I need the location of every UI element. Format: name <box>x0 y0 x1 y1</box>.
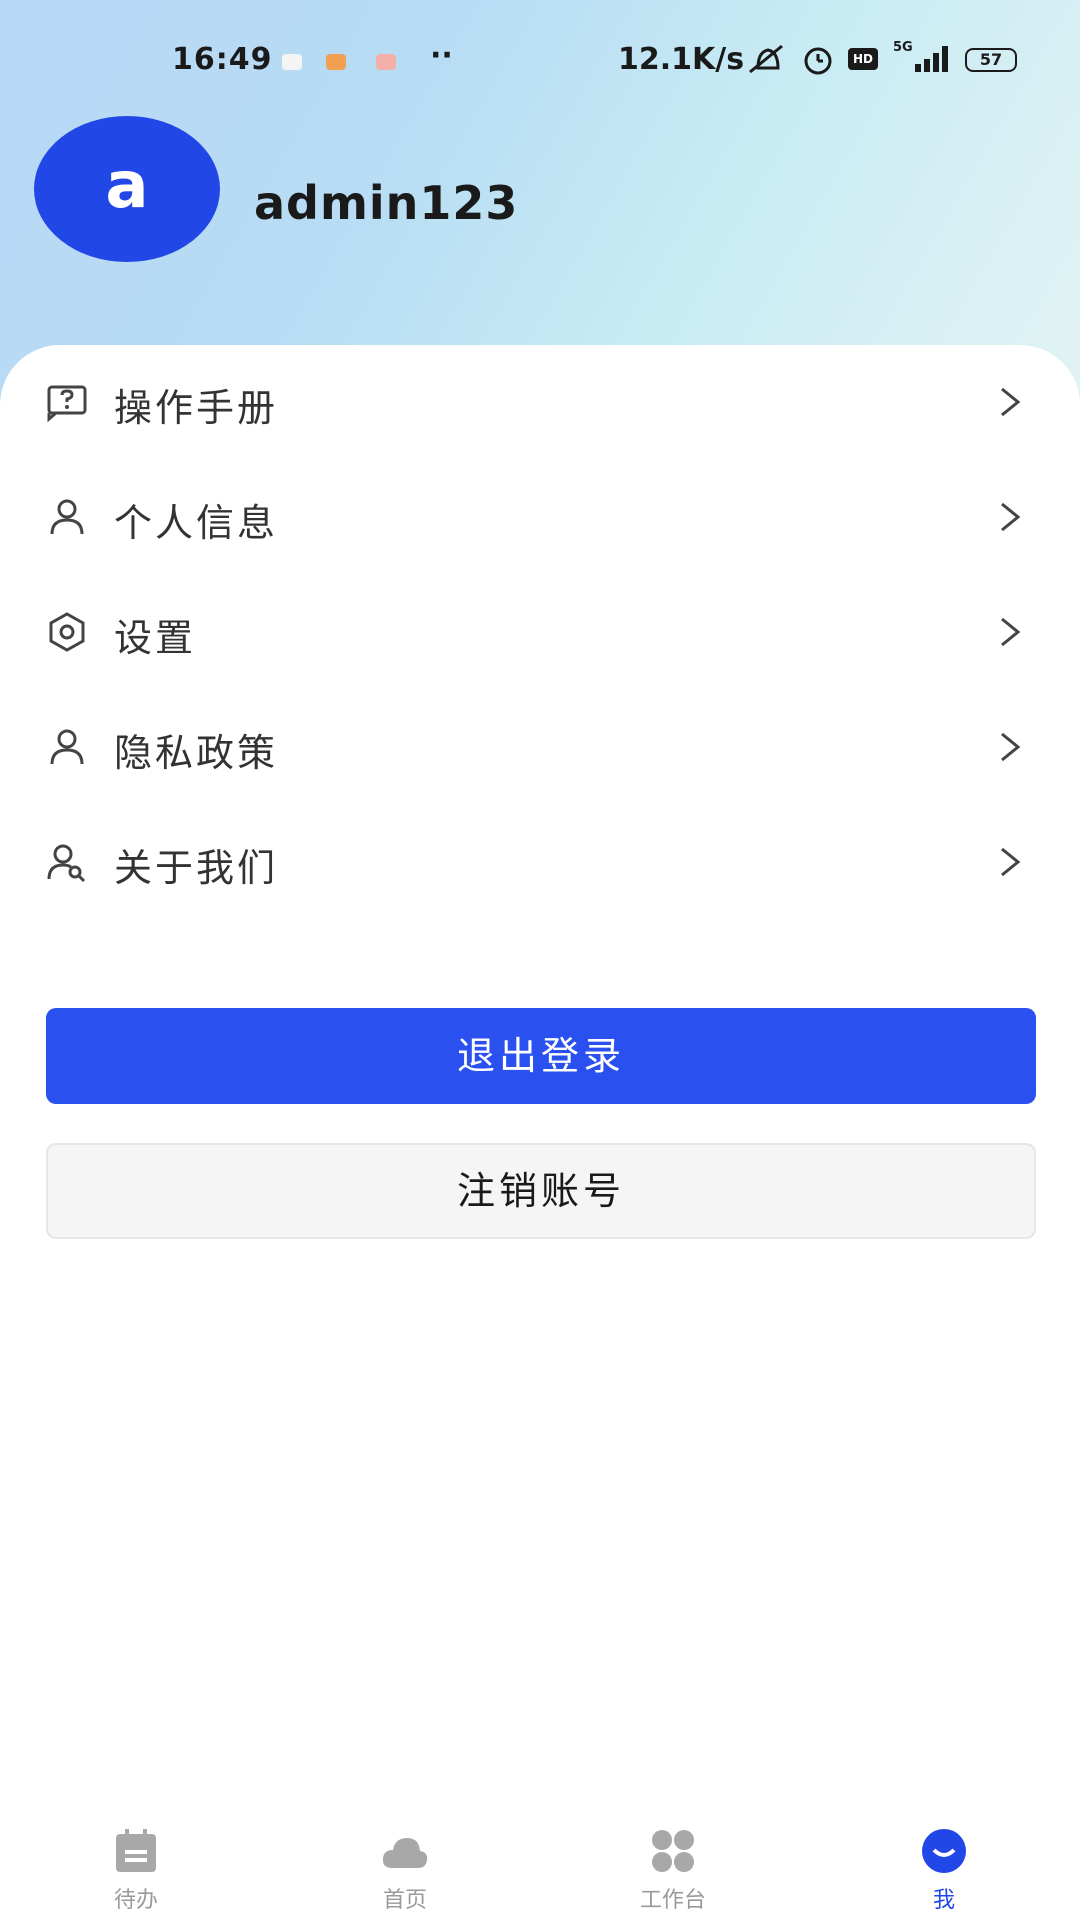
menu-item-label: 关于我们 <box>114 846 279 890</box>
hexagon-gear-icon <box>49 612 85 652</box>
grid-icon <box>652 1830 694 1872</box>
tab-label: 待办 <box>113 1888 158 1913</box>
menu-item-label: 操作手册 <box>114 386 279 430</box>
status-time: 16:49 <box>172 42 273 77</box>
alarm-icon <box>804 47 832 75</box>
network-speed: 12.1K/s <box>618 42 745 77</box>
battery-icon: 57 <box>965 48 1017 72</box>
chevron-right-icon <box>1001 847 1021 877</box>
deactivate-account-button[interactable]: 注销账号 <box>46 1143 1036 1239</box>
menu-item-personal-info[interactable]: 个人信息 <box>0 460 1080 575</box>
menu-item-about[interactable]: 关于我们 <box>0 805 1080 920</box>
tab-label: 首页 <box>382 1888 427 1913</box>
signal-icon <box>915 46 955 72</box>
username: admin123 <box>254 176 519 230</box>
person-icon <box>50 729 84 765</box>
tab-workbench[interactable]: 工作台 <box>603 1820 743 1920</box>
menu-item-label: 隐私政策 <box>114 731 279 775</box>
avatar[interactable]: a <box>34 116 220 262</box>
menu-item-manual[interactable]: 操作手册 <box>0 345 1080 460</box>
menu-item-label: 设置 <box>114 616 197 660</box>
cloud-icon <box>382 1838 428 1868</box>
person-icon <box>50 499 84 535</box>
tab-home[interactable]: 首页 <box>335 1820 475 1920</box>
chevron-right-icon <box>1001 387 1021 417</box>
notification-icon <box>376 54 396 70</box>
status-more-dots: ·· <box>430 38 453 73</box>
status-bar: 16:49 ·· 12.1K/s HD 5G 57 <box>0 30 1080 90</box>
menu-item-settings[interactable]: 设置 <box>0 575 1080 690</box>
bottom-tab-bar: 待办 首页 工作台 我 <box>0 1820 1080 1920</box>
menu-item-privacy[interactable]: 隐私政策 <box>0 690 1080 805</box>
chevron-right-icon <box>1001 502 1021 532</box>
tab-todo[interactable]: 待办 <box>66 1820 206 1920</box>
user-icon <box>922 1829 966 1873</box>
logout-button[interactable]: 退出登录 <box>46 1008 1036 1104</box>
person-search-icon <box>47 844 86 883</box>
chevron-right-icon <box>1001 732 1021 762</box>
tab-me[interactable]: 我 <box>874 1820 1014 1920</box>
notification-icon <box>282 54 302 70</box>
network-type: 5G <box>893 40 913 55</box>
calendar-icon <box>116 1829 156 1872</box>
notification-icon <box>326 54 346 70</box>
mute-icon <box>749 44 783 74</box>
tab-label: 工作台 <box>639 1888 706 1913</box>
hd-badge: HD <box>848 48 878 70</box>
question-book-icon <box>47 385 87 423</box>
chevron-right-icon <box>1001 617 1021 647</box>
tab-label: 我 <box>932 1888 955 1913</box>
menu-item-label: 个人信息 <box>114 501 279 545</box>
